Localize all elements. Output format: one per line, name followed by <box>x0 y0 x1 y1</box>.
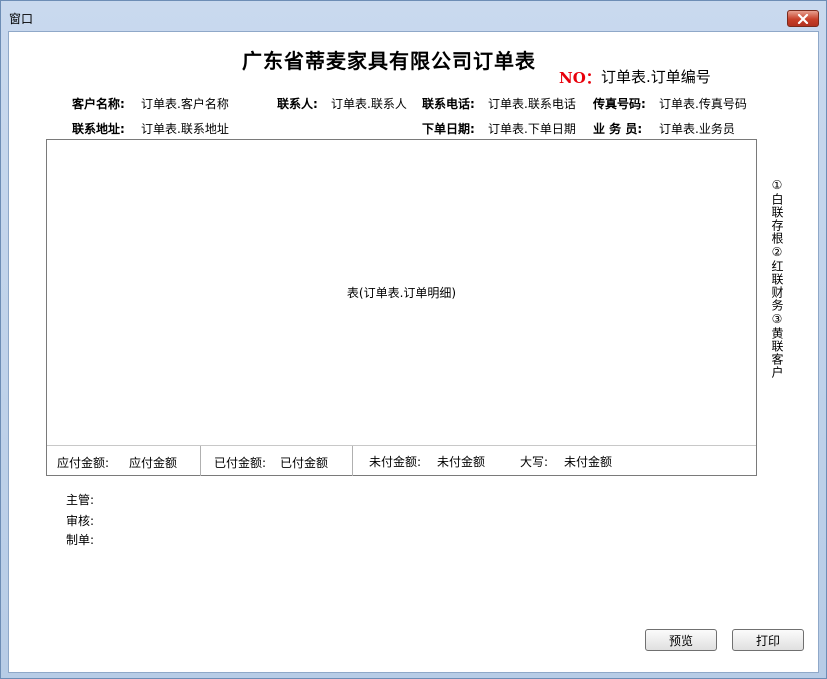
capital-label: 大写: <box>520 455 549 469</box>
capital-value: 未付金额 <box>564 455 613 469</box>
summary-row: 应付金额: 应付金额 已付金额: 已付金额 未付金额: 未付金额 大写: 未付金… <box>47 445 756 476</box>
close-button[interactable] <box>787 10 819 27</box>
reviewer-label: 审核: <box>66 514 95 528</box>
grid-placeholder: 表(订单表.订单明细) <box>346 286 457 300</box>
order-date-value: 订单表.下单日期 <box>488 122 576 136</box>
customer-name-label: 客户名称: <box>72 97 125 111</box>
maker-label: 制单: <box>66 533 95 547</box>
manager-label: 主管: <box>66 493 95 507</box>
fax-value: 订单表.传真号码 <box>659 97 747 111</box>
copy-distribution-note: ①白联存根②红联财务③黄联客户 <box>770 178 784 379</box>
paid-value: 已付金额 <box>280 456 329 470</box>
contact-value: 订单表.联系人 <box>331 97 407 111</box>
title-bar[interactable]: 窗口 <box>1 1 826 31</box>
salesman-value: 订单表.业务员 <box>659 122 735 136</box>
report-area: 广东省蒂麦家具有限公司订单表 NO： 订单表.订单编号 客户名称: 订单表.客户… <box>8 31 819 673</box>
app-window: 窗口 广东省蒂麦家具有限公司订单表 NO： 订单表.订单编号 客户名称: 订单表… <box>0 0 827 679</box>
phone-label: 联系电话: <box>422 97 475 111</box>
order-date-label: 下单日期: <box>422 122 475 136</box>
payable-value: 应付金额 <box>129 456 178 470</box>
order-no-value: 订单表.订单编号 <box>601 68 711 86</box>
window-title: 窗口 <box>9 12 34 26</box>
customer-name-value: 订单表.客户名称 <box>141 97 229 111</box>
report-title: 广东省蒂麦家具有限公司订单表 <box>242 49 536 73</box>
order-no-label: NO： <box>559 69 601 87</box>
contact-label: 联系人: <box>277 97 318 111</box>
salesman-label: 业 务 员: <box>593 122 643 136</box>
address-value: 订单表.联系地址 <box>141 122 229 136</box>
order-detail-grid[interactable]: 表(订单表.订单明细) 应付金额: 应付金额 已付金额: 已付金额 未付金额: … <box>46 139 757 476</box>
close-icon <box>797 13 809 24</box>
print-button[interactable]: 打印 <box>732 629 804 651</box>
phone-value: 订单表.联系电话 <box>488 97 576 111</box>
address-label: 联系地址: <box>72 122 125 136</box>
unpaid-value: 未付金额 <box>437 455 486 469</box>
unpaid-label: 未付金额: <box>369 455 422 469</box>
preview-button[interactable]: 预览 <box>645 629 717 651</box>
payable-label: 应付金额: <box>57 456 110 470</box>
summary-divider <box>200 446 201 476</box>
fax-label: 传真号码: <box>593 97 646 111</box>
paid-label: 已付金额: <box>214 456 267 470</box>
summary-divider <box>352 446 353 476</box>
